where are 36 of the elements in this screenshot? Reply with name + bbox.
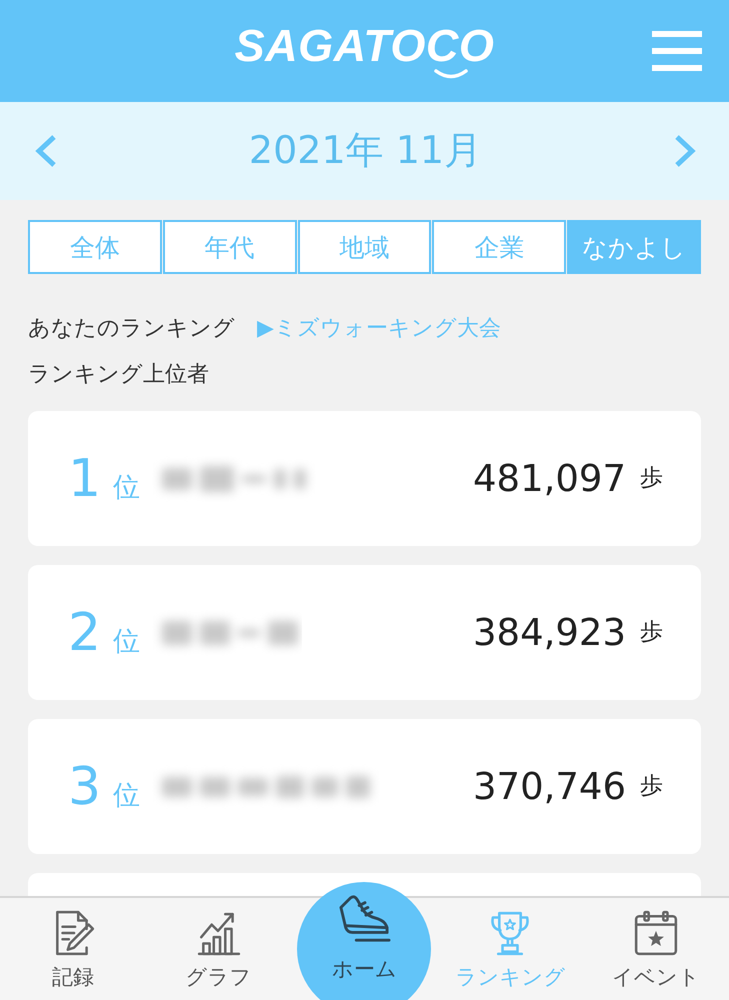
ranking-tab[interactable]: なかよし: [567, 220, 701, 274]
rank-number: 2: [68, 606, 102, 658]
ranking-tab[interactable]: 年代: [162, 220, 297, 274]
chevron-left-icon: [34, 134, 58, 168]
step-count: 481,097: [472, 460, 626, 497]
step-unit: 歩: [640, 621, 663, 644]
step-unit: 歩: [640, 467, 663, 490]
ranking-tab[interactable]: 全体: [28, 220, 162, 274]
graph-nav-item[interactable]: グラフ: [186, 898, 252, 990]
event-link[interactable]: ▶ミズウォーキング大会: [257, 314, 501, 344]
rank-unit: 位: [113, 474, 140, 500]
logo-text: SAGATOCO: [234, 22, 494, 68]
next-month-button[interactable]: [673, 134, 697, 168]
rank-number: 1: [68, 452, 102, 504]
month-title: 2021年 11月: [248, 128, 484, 174]
rank-unit: 位: [113, 782, 140, 808]
step-count: 384,923: [472, 614, 626, 651]
rank-number: 3: [68, 760, 102, 812]
ranking-tab[interactable]: 企業: [432, 220, 566, 274]
smile-icon: [434, 68, 468, 80]
calendar-star-icon: [633, 910, 680, 956]
ranking-tab[interactable]: 地域: [298, 220, 432, 274]
menu-button[interactable]: [652, 31, 702, 71]
menu-icon: [652, 31, 702, 71]
rank-unit: 位: [113, 628, 140, 654]
previous-month-button[interactable]: [34, 134, 58, 168]
record-nav-item[interactable]: 記録: [50, 898, 96, 990]
section-title: ランキング上位者: [28, 361, 209, 389]
ranking-nav-item[interactable]: ランキング: [455, 898, 566, 990]
event-nav-item[interactable]: イベント: [612, 898, 700, 990]
step-unit: 歩: [640, 775, 663, 798]
chevron-right-icon: [673, 134, 697, 168]
your-ranking-label: あなたのランキング: [28, 315, 235, 343]
bar-chart-icon: [196, 910, 242, 956]
step-count: 370,746: [472, 768, 626, 805]
home-button[interactable]: ホーム: [297, 882, 432, 1000]
